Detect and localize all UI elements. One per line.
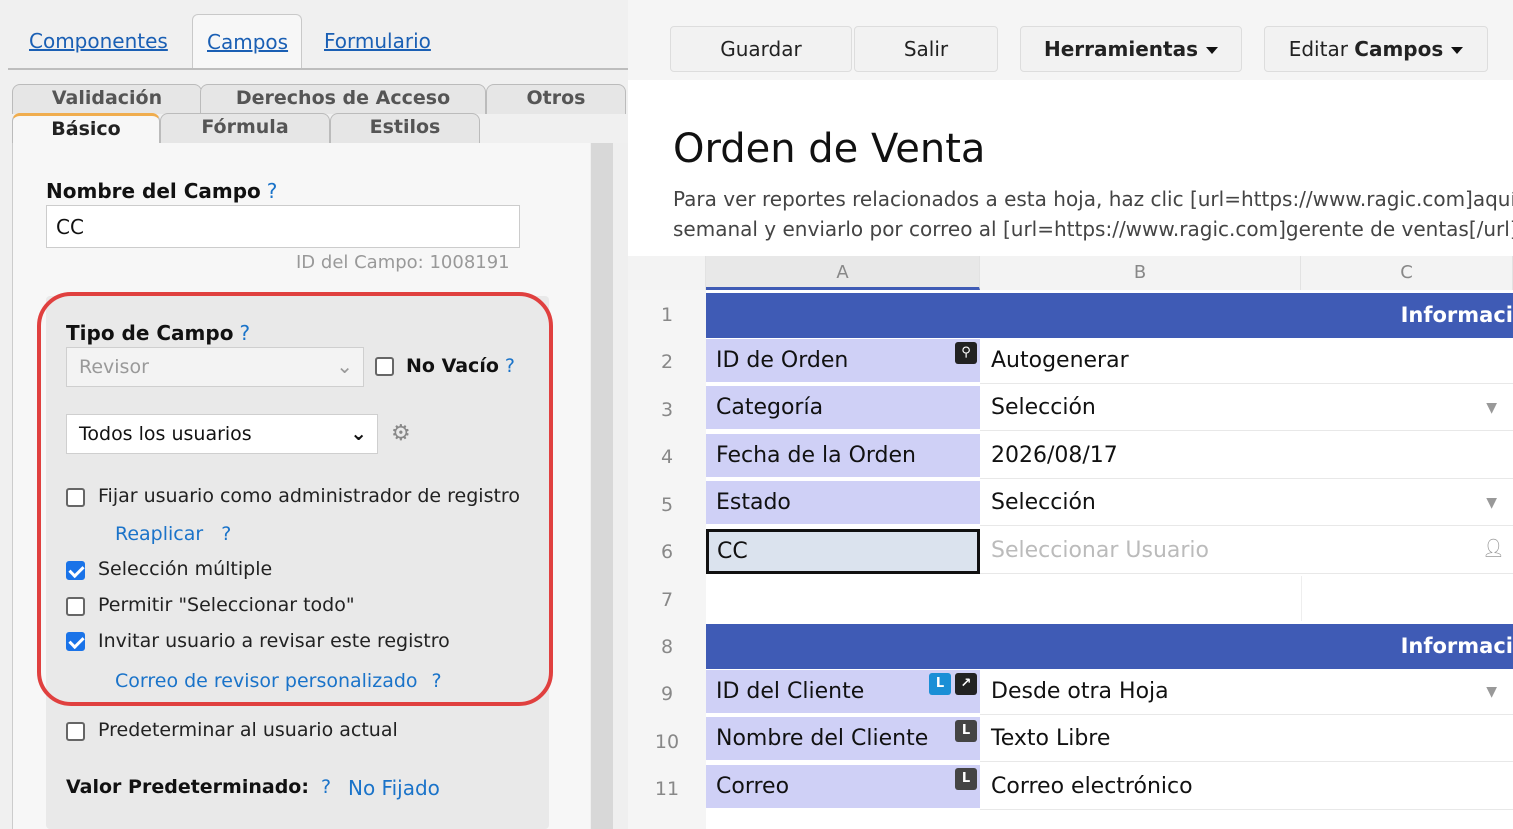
help-icon[interactable]: ? xyxy=(267,179,278,203)
field-settings-panel: Componentes Campos Formulario Validación… xyxy=(0,0,628,829)
cell-value: Selección xyxy=(991,490,1096,515)
value-cell-client-id[interactable]: Desde otra Hoja ▼ xyxy=(980,670,1513,715)
tab-divider xyxy=(8,68,628,70)
default-value-link[interactable]: No Fijado xyxy=(348,776,440,800)
value-cell-order-date[interactable]: 2026/08/17 xyxy=(980,434,1513,479)
row-number[interactable]: 11 xyxy=(628,778,706,800)
default-value-text: Valor Predeterminado: xyxy=(66,776,309,798)
caret-down-icon xyxy=(1205,47,1218,54)
scroll-gutter xyxy=(613,143,628,829)
subtab-estilos[interactable]: Estilos xyxy=(330,113,480,143)
link-badge-icon: L xyxy=(929,673,951,695)
edit-prefix: Editar xyxy=(1288,37,1348,61)
label-cell-email[interactable]: Correo L xyxy=(706,765,980,810)
sheet-grid: A B C 1 2 3 4 5 6 7 8 9 10 11 Informaci … xyxy=(628,256,1513,829)
value-cell-order-id[interactable]: Autogenerar xyxy=(980,339,1513,384)
key-icon: ⚲ xyxy=(955,342,977,364)
default-user-label: Predeterminar al usuario actual xyxy=(98,719,398,741)
row-number[interactable]: 1 xyxy=(628,304,706,326)
cell-value: Desde otra Hoja xyxy=(991,679,1169,704)
field-name-input[interactable]: CC xyxy=(46,205,520,248)
link-badge-icon: L xyxy=(955,768,977,790)
field-id-text: ID del Campo: 1008191 xyxy=(296,252,510,273)
exit-button[interactable]: Salir xyxy=(854,26,998,72)
save-button[interactable]: Guardar xyxy=(670,26,852,72)
default-user-checkbox[interactable] xyxy=(66,722,85,741)
edit-bold: Campos xyxy=(1354,37,1444,61)
row-number[interactable]: 8 xyxy=(628,636,706,658)
subtab-validacion[interactable]: Validación xyxy=(12,84,202,114)
cell-label: Correo xyxy=(716,774,790,799)
row-number[interactable]: 6 xyxy=(628,541,706,563)
corner-cell xyxy=(628,256,706,290)
label-cell-category[interactable]: Categoría xyxy=(706,386,980,431)
field-name-label: Nombre del Campo? xyxy=(46,179,277,203)
row-number[interactable]: 10 xyxy=(628,731,706,753)
description-line-1: Para ver reportes relacionados a esta ho… xyxy=(673,187,1513,211)
user-icon[interactable]: 👤︎ xyxy=(1482,538,1505,559)
tools-button[interactable]: Herramientas xyxy=(1020,26,1242,72)
row-number[interactable]: 9 xyxy=(628,683,706,705)
section-header-text: Informaci xyxy=(1400,303,1513,327)
section-header-1[interactable]: Informaci xyxy=(706,293,1513,338)
cell-label: ID del Cliente xyxy=(716,679,865,704)
default-value-label: Valor Predeterminado:? xyxy=(66,776,331,798)
page-title: Orden de Venta xyxy=(673,126,986,172)
grid-line xyxy=(1301,576,1302,621)
dropdown-arrow-icon[interactable]: ▼ xyxy=(1486,400,1497,416)
section-header-2[interactable]: Informaci xyxy=(706,624,1513,669)
row-number[interactable]: 3 xyxy=(628,399,706,421)
cell-value: Selección xyxy=(991,395,1096,420)
tab-componentes[interactable]: Componentes xyxy=(29,14,168,70)
edit-fields-button[interactable]: Editar Campos xyxy=(1264,26,1488,72)
label-cell-status[interactable]: Estado xyxy=(706,481,980,526)
label-cell-order-date[interactable]: Fecha de la Orden xyxy=(706,434,980,479)
description-line-2: semanal y enviarlo por correo al [url=ht… xyxy=(673,217,1513,241)
tab-formulario[interactable]: Formulario xyxy=(324,14,431,70)
row-number[interactable]: 5 xyxy=(628,494,706,516)
label-cell-cc[interactable]: CC xyxy=(706,529,980,574)
highlight-outline xyxy=(37,292,553,706)
row-number[interactable]: 7 xyxy=(628,589,706,611)
subtab-basico[interactable]: Básico xyxy=(12,113,160,144)
external-link-icon: ↗ xyxy=(955,673,977,695)
label-cell-order-id[interactable]: ID de Orden ⚲ xyxy=(706,339,980,384)
cell-placeholder: Seleccionar Usuario xyxy=(991,538,1209,563)
tab-campos[interactable]: Campos xyxy=(192,14,302,70)
cell-label: ID de Orden xyxy=(716,348,849,373)
value-cell-category[interactable]: Selección ▼ xyxy=(980,386,1513,431)
section-header-text: Informaci xyxy=(1400,634,1513,658)
cell-label: Nombre del Cliente xyxy=(716,726,929,751)
subtab-formula[interactable]: Fórmula xyxy=(160,113,330,143)
value-cell-client-name[interactable]: Texto Libre xyxy=(980,717,1513,762)
help-icon[interactable]: ? xyxy=(321,776,331,798)
value-cell-status[interactable]: Selección ▼ xyxy=(980,481,1513,526)
dropdown-arrow-icon[interactable]: ▼ xyxy=(1486,495,1497,511)
row-number[interactable]: 2 xyxy=(628,351,706,373)
label-cell-client-name[interactable]: Nombre del Cliente L xyxy=(706,717,980,762)
subtab-otros[interactable]: Otros xyxy=(486,84,626,114)
column-header-b[interactable]: B xyxy=(980,256,1301,290)
value-cell-email[interactable]: Correo electrónico xyxy=(980,765,1513,810)
label-cell-client-id[interactable]: ID del Cliente L ↗ xyxy=(706,670,980,715)
toolbar: Guardar Salir Herramientas Editar Campos xyxy=(628,0,1513,80)
column-header-a[interactable]: A xyxy=(706,256,980,290)
dropdown-arrow-icon[interactable]: ▼ xyxy=(1486,684,1497,700)
column-header-c[interactable]: C xyxy=(1301,256,1513,290)
tools-label: Herramientas xyxy=(1044,37,1198,61)
caret-down-icon xyxy=(1451,47,1464,54)
scrollbar[interactable] xyxy=(591,143,613,829)
field-name-text: Nombre del Campo xyxy=(46,179,261,203)
row-number[interactable]: 4 xyxy=(628,446,706,468)
link-badge-icon: L xyxy=(955,720,977,742)
subtab-derechos[interactable]: Derechos de Acceso xyxy=(200,84,486,114)
value-cell-cc[interactable]: Seleccionar Usuario 👤︎ xyxy=(980,529,1513,574)
sheet-panel: Guardar Salir Herramientas Editar Campos… xyxy=(628,0,1513,829)
